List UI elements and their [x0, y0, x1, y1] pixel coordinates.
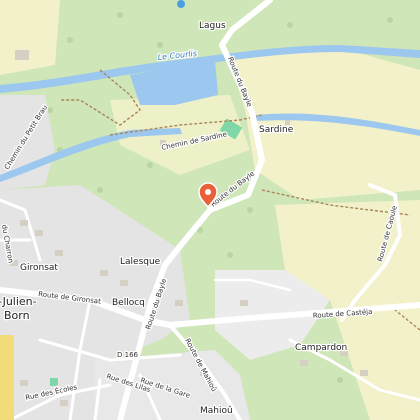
place-label-sardine: Sardine — [259, 125, 294, 135]
place-label-bellocq: Bellocq — [112, 298, 145, 308]
place-label-campardon: Campardon — [295, 343, 347, 353]
road-label-d166: D 166 — [117, 351, 139, 359]
town-label-line1: -Julien- — [0, 295, 37, 308]
meadow-northwest — [0, 0, 60, 75]
place-label-lagus: Lagus — [199, 21, 226, 31]
place-label-lalesque: Lalesque — [120, 257, 161, 267]
park-area — [50, 378, 58, 386]
town-label-line2: Born — [4, 309, 30, 322]
map-canvas[interactable]: Lagus Sardine Gironsat Lalesque Bellocq … — [0, 0, 420, 420]
place-label-mahiou: Mahioû — [200, 406, 233, 416]
town-center-area — [0, 335, 14, 420]
place-label-gironsat: Gironsat — [20, 263, 58, 273]
water-point-icon — [177, 0, 185, 8]
